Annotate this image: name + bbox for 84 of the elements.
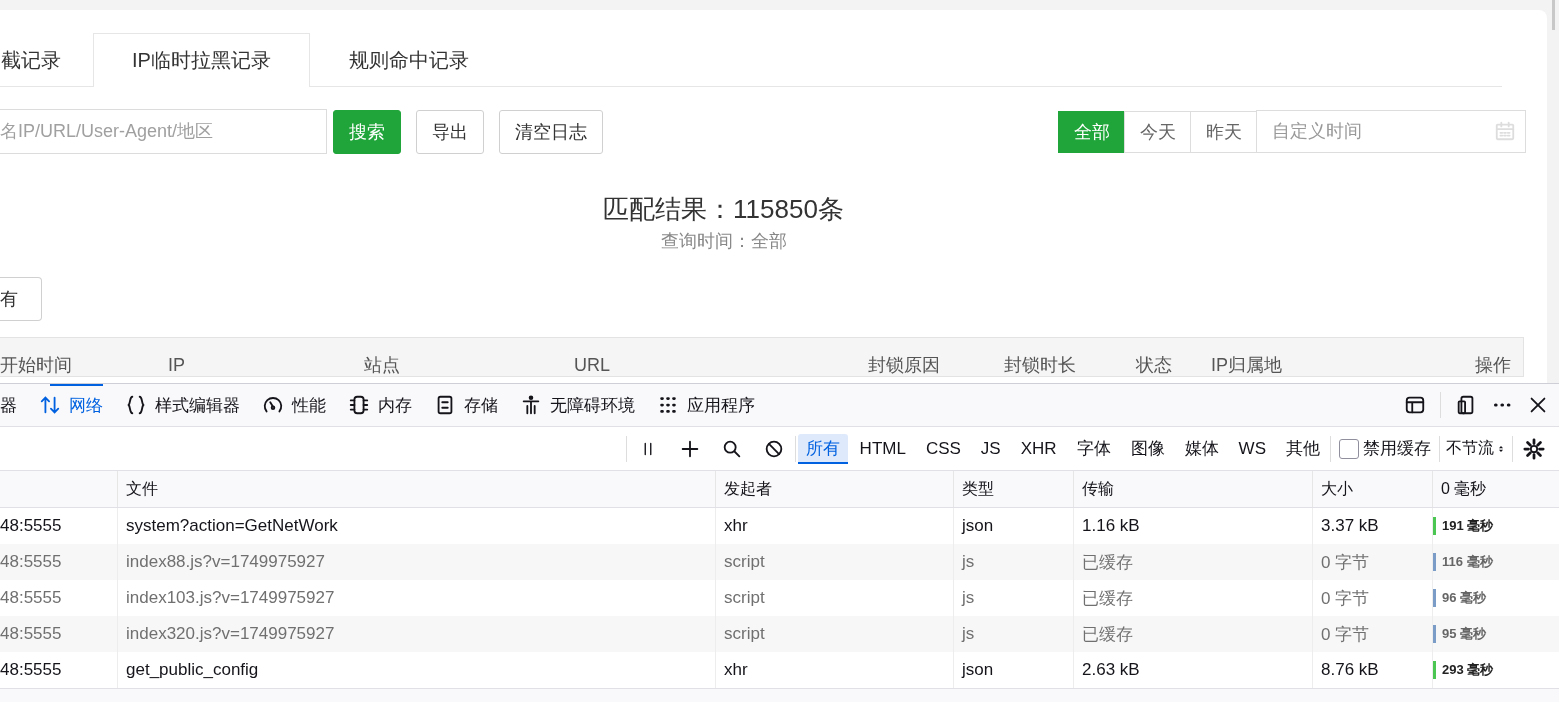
timing-bar [1433,661,1436,679]
devtools-tab[interactable]: 器 [0,384,28,427]
timing-label: 116 毫秒 [1442,553,1493,571]
table-cell: index320.js?v=1749975927 [117,616,715,652]
braces-icon [125,394,147,416]
devtools-tab[interactable]: 网络 [28,384,114,427]
query-time: 查询时间：全部 [660,230,787,253]
column-header[interactable]: 大小 [1312,471,1432,507]
table-cell-text: 48:5555 [0,659,63,681]
throttle-select[interactable]: 不节流 [1440,438,1512,459]
column-header[interactable]: 发起者 [715,471,953,507]
filter-tab[interactable]: WS [1230,433,1274,464]
table-cell-text: 48:5555 [0,551,63,573]
table-cell-text: 48:5555 [0,623,63,645]
filter-tab[interactable]: HTML [851,433,914,464]
network-icon [39,394,61,416]
table-cell: 已缓存 [1073,616,1312,652]
timing-bar [1433,625,1436,643]
column-header[interactable]: 类型 [953,471,1073,507]
filter-button[interactable]: 有 [0,277,42,321]
table-cell-text: 48:5555 [0,515,63,537]
accessibility-icon [520,394,542,416]
devtools-tab[interactable]: 无障碍环境 [509,384,646,427]
column-header[interactable]: 传输 [1073,471,1312,507]
table-row[interactable]: 48:5555 index320.js?v=1749975927 script js 已缓存 0 字节 95 毫秒 [0,616,1559,652]
column-header: 开始时间 [0,354,73,376]
button[interactable]: 清空日志 [499,109,603,154]
button[interactable]: 导出 [416,109,484,154]
scrollbar-thumb[interactable] [1551,0,1555,30]
table-row[interactable]: 48:5555 index88.js?v=1749975927 script js 已缓存 0 字节 116 毫秒 [0,544,1559,580]
table-cell-text: 48:5555 [0,587,63,609]
devtools-tab[interactable]: 样式编辑器 [114,384,251,427]
filter-tab[interactable]: 字体 [1068,433,1119,464]
search-field[interactable]: 名IP/URL/User-Agent/地区 [0,109,327,154]
column-header: 封锁时长 [1004,354,1077,376]
filter-tab[interactable]: 图像 [1122,433,1173,464]
table-cell: 已缓存 [1073,544,1312,580]
result-count: 匹配结果：115850条 [603,193,844,226]
grid-icon [657,394,679,416]
filter-tab[interactable]: CSS [917,433,969,464]
column-header[interactable]: 0 毫秒 [1432,471,1547,507]
calendar-icon [1494,120,1516,142]
devtools-tab[interactable]: 性能 [251,384,337,427]
timing-bar [1433,589,1436,607]
date-filter-button[interactable]: 昨天 [1190,110,1257,153]
column-header: 操作 [1474,354,1512,376]
devtools-tab[interactable]: 应用程序 [646,384,766,427]
timing-label: 293 毫秒 [1442,661,1494,679]
settings-icon[interactable] [1523,437,1545,460]
chip-icon [348,394,370,416]
table-cell: 0 字节 [1312,544,1432,580]
column-header: 站点 [364,354,401,376]
column-header: URL [574,354,611,376]
column-header[interactable]: 文件 [117,471,715,507]
column-header: 封锁原因 [868,354,941,376]
tab[interactable]: 截记录 [0,33,93,86]
table-cell: script [715,544,953,580]
timing-bar [1433,517,1436,535]
table-cell: js [953,544,1073,580]
filter-tab[interactable]: 其他 [1278,433,1328,464]
devtools-tab[interactable]: 存储 [423,384,509,427]
table-cell: index88.js?v=1749975927 [117,544,715,580]
devtools-tab[interactable]: 内存 [337,384,423,427]
table-cell: 0 字节 [1312,616,1432,652]
filter-tab[interactable]: JS [972,433,1009,464]
filter-tab[interactable]: 媒体 [1176,433,1227,464]
layout-icon[interactable] [1404,394,1426,416]
filter-tab[interactable]: XHR [1012,433,1065,464]
timing-bar [1433,553,1436,571]
table-cell: script [715,616,953,652]
tab[interactable]: IP临时拉黑记录 [93,33,310,87]
filter-tab[interactable]: 所有 [797,433,848,464]
column-header: IP [168,354,186,376]
checkbox-label: 禁用缓存 [1363,438,1431,460]
date-picker-field[interactable]: 自定义时间 [1256,110,1526,153]
date-filter-button[interactable]: 今天 [1124,110,1191,153]
table-cell: js [953,616,1073,652]
timing-label: 191 毫秒 [1442,517,1494,535]
timing-label: 95 毫秒 [1442,625,1487,643]
column-header: 状态 [1136,354,1173,376]
timing-label: 96 毫秒 [1442,589,1487,607]
checkbox[interactable] [1339,438,1359,459]
tab[interactable]: 规则命中记录 [309,33,508,86]
column-header: IP归属地 [1211,354,1283,376]
